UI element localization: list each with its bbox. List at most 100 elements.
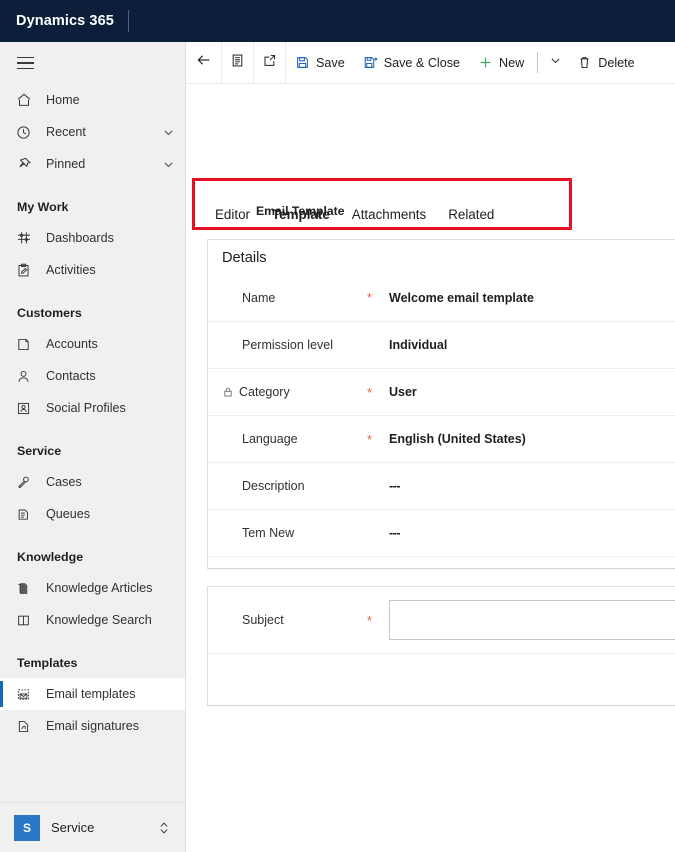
nav-group-title-service: Service <box>17 444 62 458</box>
knowledge-article-icon <box>16 579 36 597</box>
command-bar: Save Save & Close New Delete <box>186 42 675 84</box>
required-indicator: * <box>367 290 373 305</box>
tab-label: Template <box>271 207 330 222</box>
field-value-tem-new[interactable]: --- <box>389 526 675 540</box>
new-label: New <box>499 55 525 70</box>
app-header: Dynamics 365 <box>0 0 675 42</box>
command-separator <box>537 52 539 73</box>
sidebar-item-email-signatures[interactable]: Email signatures <box>0 710 185 742</box>
details-card-footer-spacer <box>208 556 675 590</box>
subject-section-card: Subject * <box>207 586 675 706</box>
sidebar-item-label: Pinned <box>46 157 86 171</box>
sidebar-item-label: Activities <box>46 263 96 277</box>
form-selector-button[interactable] <box>222 42 254 83</box>
form-tab-strip: Editor Template Attachments Related <box>186 188 675 230</box>
details-section-title: Details <box>222 250 267 266</box>
sidebar-item-dashboards[interactable]: Dashboards <box>0 222 185 254</box>
sidebar-item-label: Knowledge Search <box>46 613 152 627</box>
tab-label: Editor <box>215 207 250 222</box>
nav-group-title-templates: Templates <box>17 656 78 670</box>
tab-editor[interactable]: Editor <box>204 207 261 230</box>
nav-group-title-knowledge: Knowledge <box>17 550 84 564</box>
sidebar-item-label: Recent <box>46 125 86 139</box>
field-value-language[interactable]: English (United States) <box>389 432 675 446</box>
tab-label: Related <box>448 207 495 222</box>
save-icon <box>295 55 310 70</box>
sidebar-item-queues[interactable]: Queues <box>0 498 185 530</box>
sidebar-item-cases[interactable]: Cases <box>0 466 185 498</box>
field-label-subject: Subject <box>242 613 284 627</box>
subject-card-footer-spacer <box>208 653 675 687</box>
back-button[interactable] <box>186 42 222 83</box>
sidebar-item-label: Contacts <box>46 369 96 383</box>
sidebar-item-knowledge-articles[interactable]: Knowledge Articles <box>0 572 185 604</box>
delete-button[interactable]: Delete <box>568 42 643 83</box>
field-row-language: Language * English (United States) <box>208 415 675 462</box>
sidebar-item-accounts[interactable]: Accounts <box>0 328 185 360</box>
sidebar-item-home[interactable]: Home <box>0 84 185 116</box>
subject-input[interactable] <box>389 600 675 640</box>
field-value-description[interactable]: --- <box>389 479 675 493</box>
field-row-name: Name * Welcome email template <box>208 274 675 321</box>
plus-icon <box>478 55 493 70</box>
sidebar-item-social-profiles[interactable]: Social Profiles <box>0 392 185 424</box>
dynamics365-email-template-form: Dynamics 365 Home Recent Pinned My Work … <box>0 0 675 852</box>
dashboard-icon <box>16 229 36 247</box>
current-app-name: Service <box>51 820 95 835</box>
sidebar-item-label: Email templates <box>46 687 136 701</box>
save-and-close-button[interactable]: Save & Close <box>354 42 469 83</box>
tab-template[interactable]: Template <box>261 207 341 230</box>
field-row-category: Category * User <box>208 368 675 415</box>
app-tile-letter: S <box>14 814 40 841</box>
chevron-up-down-icon[interactable] <box>157 820 171 836</box>
chevron-down-icon <box>549 54 562 72</box>
nav-group-title-my-work: My Work <box>17 200 69 214</box>
sidebar-item-label: Cases <box>46 475 82 489</box>
command-overflow-button[interactable] <box>542 42 568 83</box>
sidebar-item-email-templates[interactable]: Email templates <box>0 678 185 710</box>
sidebar-item-label: Home <box>46 93 80 107</box>
sidebar-item-activities[interactable]: Activities <box>0 254 185 286</box>
sidebar-item-label: Queues <box>46 507 91 521</box>
lock-icon <box>222 386 234 398</box>
field-label: Tem New <box>242 526 295 540</box>
field-value-permission-level[interactable]: Individual <box>389 338 675 352</box>
field-label: Permission level <box>242 338 334 352</box>
field-value-name[interactable]: Welcome email template <box>389 291 675 305</box>
header-divider <box>127 10 129 32</box>
details-section-card: Details Name * Welcome email template Pe… <box>207 239 675 569</box>
save-and-close-icon <box>363 55 378 70</box>
required-indicator-none: * <box>367 339 389 352</box>
sidebar-item-knowledge-search[interactable]: Knowledge Search <box>0 604 185 636</box>
required-indicator-none: * <box>367 527 389 540</box>
sidebar-item-pinned[interactable]: Pinned <box>0 148 185 180</box>
social-profile-icon <box>16 399 36 417</box>
knowledge-search-icon <box>16 611 36 629</box>
save-button[interactable]: Save <box>286 42 354 83</box>
site-map-toggle-button[interactable] <box>0 42 185 84</box>
main-content-region: Save Save & Close New Delete Email Templ… <box>186 42 675 852</box>
popout-button[interactable] <box>254 42 286 83</box>
back-arrow-icon <box>195 51 213 74</box>
save-and-close-label: Save & Close <box>383 55 461 70</box>
tab-related[interactable]: Related <box>437 207 505 230</box>
pin-icon <box>16 155 36 173</box>
field-row-description: Description * --- <box>208 462 675 509</box>
field-label: Category <box>222 385 367 399</box>
chevron-down-icon[interactable] <box>162 126 175 139</box>
form-body: Email Template Editor Template Attachmen… <box>186 84 675 852</box>
sidebar-item-recent[interactable]: Recent <box>0 116 185 148</box>
field-label-text: Category <box>239 385 290 399</box>
hamburger-icon <box>17 56 34 70</box>
new-button[interactable]: New <box>469 42 533 83</box>
field-label: Name <box>242 290 276 305</box>
tab-attachments[interactable]: Attachments <box>341 207 437 230</box>
sidebar-item-contacts[interactable]: Contacts <box>0 360 185 392</box>
app-switcher-button[interactable]: S Service <box>0 802 185 852</box>
chevron-down-icon[interactable] <box>162 158 175 171</box>
